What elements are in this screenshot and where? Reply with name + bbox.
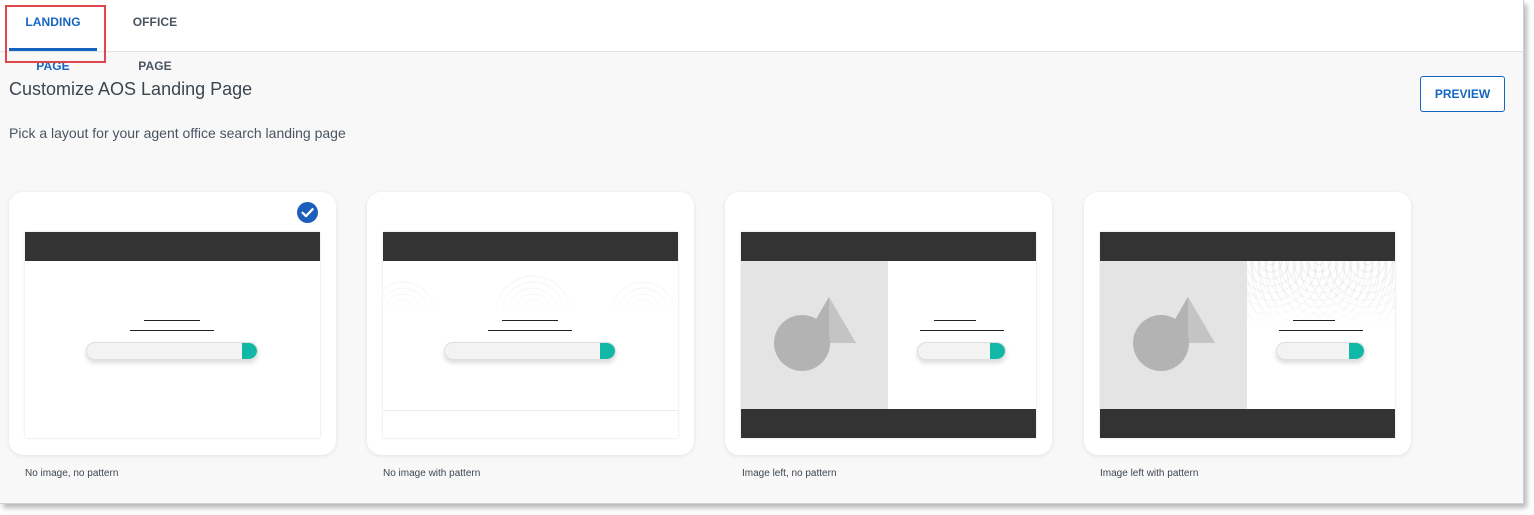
active-tab-indicator	[9, 48, 97, 51]
thumbnail-title-line	[934, 320, 976, 321]
thumbnail-subtitle-line	[488, 330, 572, 331]
app-window: LANDING PAGE OFFICE PAGE Customize AOS L…	[0, 0, 1524, 504]
thumbnail-search-bar	[917, 342, 1006, 360]
thumbnail-search-bar	[86, 342, 258, 360]
thumbnail-image-pane	[741, 261, 888, 409]
page-subtitle: Pick a layout for your agent office sear…	[9, 125, 346, 141]
thumbnail-search-button	[600, 343, 615, 359]
layout-card-no-image-no-pattern[interactable]	[9, 192, 336, 455]
thumbnail-footer-bar	[1100, 409, 1395, 438]
thumbnail-search-button	[242, 343, 257, 359]
layout-thumbnail	[1100, 232, 1395, 438]
thumbnail-header-bar	[25, 232, 320, 261]
tab-landing-page[interactable]: LANDING PAGE	[8, 0, 98, 73]
thumbnail-header-bar	[741, 232, 1036, 261]
tab-office-page[interactable]: OFFICE PAGE	[116, 0, 194, 73]
thumbnail-title-line	[1293, 320, 1335, 321]
layout-thumbnail	[25, 232, 320, 438]
preview-button[interactable]: PREVIEW	[1420, 76, 1505, 112]
thumbnail-search-bar	[1276, 342, 1365, 360]
layout-thumbnail	[383, 232, 678, 438]
layout-card-image-left-no-pattern[interactable]	[725, 192, 1052, 455]
thumbnail-title-line	[144, 320, 200, 321]
thumbnail-title-line	[502, 320, 558, 321]
selected-check-icon	[297, 202, 318, 223]
thumbnail-header-bar	[383, 232, 678, 261]
page-title: Customize AOS Landing Page	[9, 79, 253, 99]
layout-caption: No image with pattern	[383, 468, 481, 479]
thumbnail-search-button	[990, 343, 1005, 359]
thumbnail-subtitle-line	[920, 330, 1004, 331]
thumbnail-subtitle-line	[130, 330, 214, 331]
layout-thumbnail	[741, 232, 1036, 438]
thumbnail-pattern-fade	[1247, 261, 1395, 325]
shapes-placeholder-icon	[774, 297, 856, 371]
tab-bar: LANDING PAGE OFFICE PAGE	[0, 0, 1523, 73]
layout-caption: No image, no pattern	[25, 468, 119, 479]
layout-card-image-left-with-pattern[interactable]	[1084, 192, 1411, 455]
layout-caption: Image left with pattern	[1100, 468, 1199, 479]
thumbnail-footer-bar	[741, 409, 1036, 438]
thumbnail-header-bar	[1100, 232, 1395, 261]
thumbnail-pattern-fade	[383, 261, 678, 313]
layout-card-no-image-with-pattern[interactable]	[367, 192, 694, 455]
thumbnail-search-bar	[444, 342, 616, 360]
thumbnail-search-button	[1349, 343, 1364, 359]
shapes-placeholder-icon	[1133, 297, 1215, 371]
thumbnail-footer-line	[383, 410, 678, 411]
layout-caption: Image left, no pattern	[742, 468, 837, 479]
thumbnail-image-pane	[1100, 261, 1247, 409]
thumbnail-subtitle-line	[1279, 330, 1363, 331]
